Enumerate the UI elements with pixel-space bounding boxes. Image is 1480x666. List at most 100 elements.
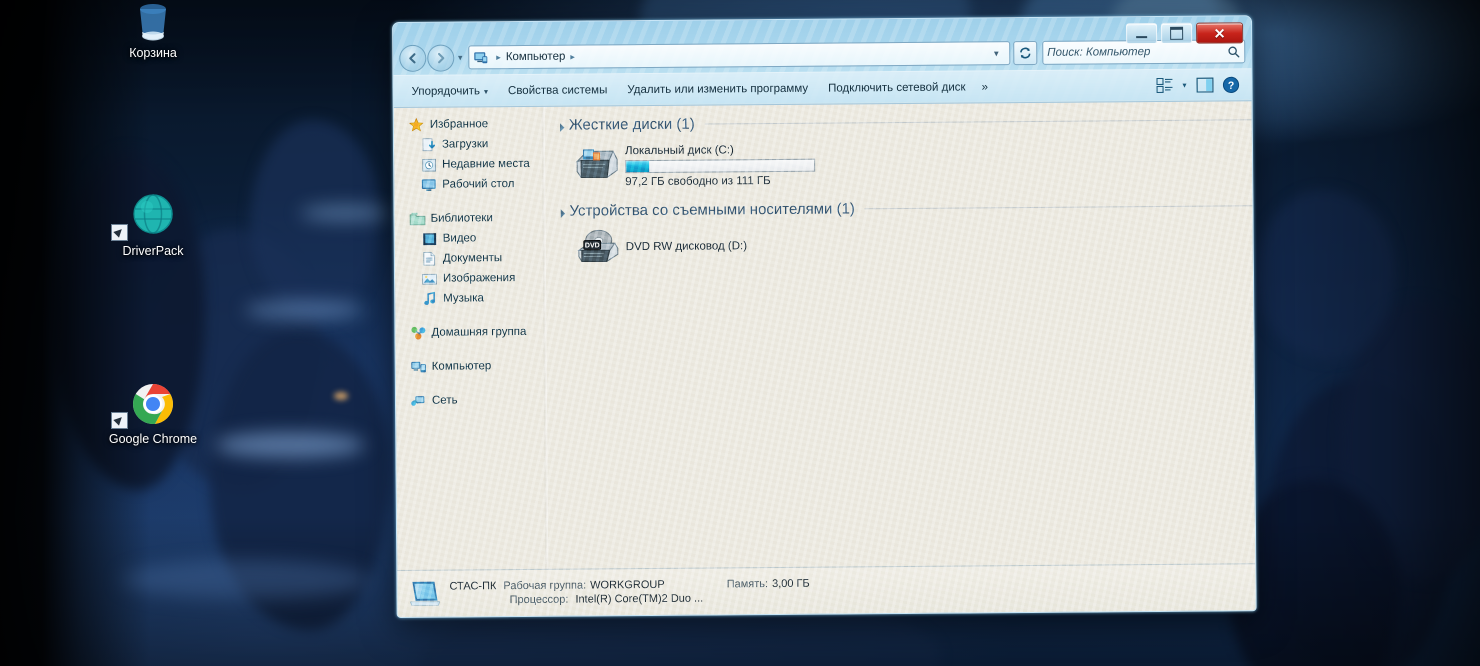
sidebar-item-video[interactable]: Видео: [395, 228, 546, 249]
computer-icon: [410, 581, 440, 606]
sidebar-item-favorites[interactable]: Избранное: [394, 114, 545, 135]
details-pane: СТАС-ПК Рабочая группа: WORKGROUP Память…: [397, 563, 1256, 617]
shortcut-overlay-icon: [111, 224, 128, 241]
uninstall-change-program-button[interactable]: Удалить или изменить программу: [617, 78, 818, 100]
preview-pane-button[interactable]: [1191, 74, 1217, 96]
group-title: Жесткие диски (1): [568, 115, 695, 134]
processor-value: Intel(R) Core(TM)2 Duo ...: [575, 592, 704, 606]
window-controls: ✕: [1126, 22, 1244, 45]
pictures-icon: [421, 271, 438, 286]
dvd-drive-icon: DVD: [577, 229, 619, 263]
chevron-down-icon: ▾: [1182, 80, 1187, 90]
svg-text:?: ?: [1227, 80, 1234, 92]
nav-group-homegroup: Домашняя группа: [395, 322, 546, 343]
search-icon: [1228, 46, 1240, 57]
hard-disk-icon: [575, 149, 618, 179]
group-header-removable-devices[interactable]: ◢ Устройства со съемными носителями (1): [555, 197, 1253, 220]
drive-name: Локальный диск (C:): [624, 144, 734, 158]
nav-group-network: Сеть: [396, 390, 547, 411]
screen: Корзина DriverPack Google Chrome ✕ ▾ ▸ К…: [0, 0, 1480, 666]
nav-group-computer: Компьютер: [396, 356, 547, 377]
network-icon: [410, 393, 427, 408]
sidebar-item-documents[interactable]: Документы: [395, 248, 546, 269]
desktop-icon-google-chrome[interactable]: Google Chrome: [105, 380, 201, 446]
desktop-icon-label: Корзина: [129, 46, 177, 60]
sidebar-item-label: Сеть: [431, 394, 458, 407]
breadcrumb-computer[interactable]: Компьютер: [506, 51, 566, 63]
sidebar-item-pictures[interactable]: Изображения: [395, 268, 546, 289]
driverpack-icon: [105, 192, 201, 241]
refresh-button[interactable]: [1013, 40, 1038, 66]
sidebar-item-label: Компьютер: [431, 360, 492, 373]
sidebar-item-computer[interactable]: Компьютер: [396, 356, 547, 377]
star-icon: [408, 117, 425, 132]
sidebar-item-label: Музыка: [443, 292, 484, 305]
shortcut-overlay-icon: [111, 412, 128, 429]
sidebar-item-label: Недавние места: [442, 157, 530, 171]
search-placeholder: Поиск: Компьютер: [1047, 46, 1151, 59]
window-body: Избранное Загрузки Недавние места Рабочи…: [393, 99, 1256, 617]
computer-icon: [410, 359, 427, 374]
recent-pages-chevron-icon[interactable]: ▾: [454, 52, 466, 63]
explorer-window[interactable]: ✕ ▾ ▸ Компьютер ▸ ▼ Поиск: Компьютер Упо…: [392, 15, 1257, 618]
disk-usage-fill: [626, 160, 650, 173]
workgroup-value: WORKGROUP: [590, 578, 665, 592]
sidebar-item-homegroup[interactable]: Домашняя группа: [395, 322, 546, 343]
forward-button[interactable]: [427, 44, 455, 72]
video-icon: [421, 231, 438, 246]
drive-item-dvd-rw-d[interactable]: DVD DVD RW дисковод (D:): [556, 220, 1253, 269]
breadcrumb-separator: ▸: [496, 51, 501, 62]
documents-icon: [421, 251, 438, 266]
organize-label: Упорядочить: [411, 84, 481, 98]
memory-value: 3,00 ГБ: [772, 577, 810, 591]
group-header-hard-disks[interactable]: ◢ Жесткие диски (1): [554, 111, 1252, 134]
navigation-pane: Избранное Загрузки Недавние места Рабочи…: [394, 104, 549, 617]
drive-item-local-disk-c[interactable]: Локальный диск (C:) 97,2 ГБ свободно из …: [555, 134, 1252, 192]
back-button[interactable]: [399, 44, 427, 72]
desktop-icon-label: Google Chrome: [108, 432, 198, 446]
recent-places-icon: [420, 157, 437, 172]
desktop-icon-label: DriverPack: [122, 244, 184, 258]
sidebar-item-label: Изображения: [442, 272, 516, 285]
downloads-icon: [420, 137, 437, 152]
sidebar-item-desktop[interactable]: Рабочий стол: [394, 174, 545, 195]
help-button[interactable]: ?: [1217, 74, 1243, 96]
address-dropdown-icon[interactable]: ▼: [987, 49, 1005, 58]
computer-icon: [474, 51, 488, 63]
sidebar-item-label: Избранное: [429, 118, 489, 131]
address-bar[interactable]: ▸ Компьютер ▸ ▼: [468, 41, 1011, 70]
toolbar-overflow-button[interactable]: »: [975, 77, 994, 97]
sidebar-item-label: Загрузки: [441, 138, 489, 151]
organize-button[interactable]: Упорядочить ▾: [401, 81, 498, 102]
group-separator: [704, 119, 1252, 125]
sidebar-item-music[interactable]: Музыка: [395, 288, 546, 309]
sidebar-item-recent-places[interactable]: Недавние места: [394, 154, 545, 175]
sidebar-item-libraries[interactable]: Библиотеки: [394, 208, 545, 229]
sidebar-item-downloads[interactable]: Загрузки: [394, 134, 545, 155]
desktop-icon-driverpack[interactable]: DriverPack: [105, 192, 201, 258]
nav-group-libraries: Библиотеки Видео Документы Изображения М…: [394, 208, 546, 309]
svg-text:DVD: DVD: [585, 242, 600, 249]
items-view[interactable]: ◢ Жесткие диски (1) Локальный диск (C:) …: [545, 99, 1256, 616]
group-separator: [864, 205, 1253, 210]
processor-label: Процессор:: [509, 593, 569, 607]
memory-label: Память:: [726, 578, 769, 591]
sidebar-item-label: Рабочий стол: [442, 178, 515, 191]
desktop-icon-recycle-bin[interactable]: Корзина: [105, 0, 201, 60]
recycle-bin-icon: [105, 0, 201, 42]
music-icon: [421, 291, 438, 306]
system-properties-button[interactable]: Свойства системы: [498, 80, 617, 101]
close-button[interactable]: ✕: [1196, 22, 1244, 44]
maximize-button[interactable]: [1161, 22, 1193, 44]
details-text: СТАС-ПК Рабочая группа: WORKGROUP Память…: [449, 578, 809, 607]
map-network-drive-button[interactable]: Подключить сетевой диск: [818, 77, 976, 98]
breadcrumb-separator-2[interactable]: ▸: [570, 51, 575, 62]
change-view-button[interactable]: [1151, 74, 1177, 96]
disk-usage-bar: [625, 158, 816, 174]
sidebar-item-network[interactable]: Сеть: [396, 390, 547, 411]
workgroup-label: Рабочая группа:: [503, 579, 587, 593]
computer-name: СТАС-ПК: [449, 580, 497, 593]
change-view-dropdown[interactable]: ▾: [1177, 74, 1191, 96]
drive-info: Локальный диск (C:) 97,2 ГБ свободно из …: [624, 142, 816, 188]
minimize-button[interactable]: [1126, 22, 1158, 45]
